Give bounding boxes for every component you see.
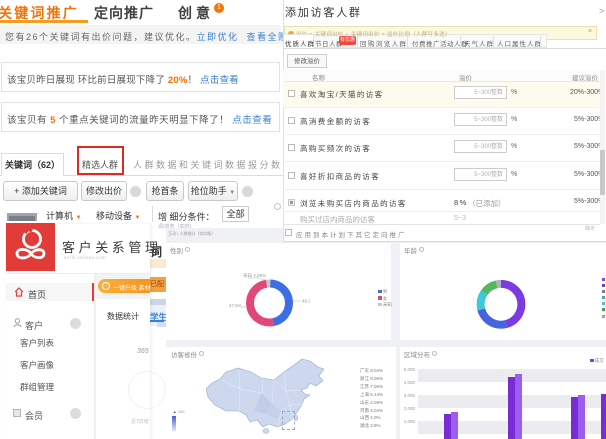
svg-text:46.2: 46.2 (302, 299, 310, 304)
